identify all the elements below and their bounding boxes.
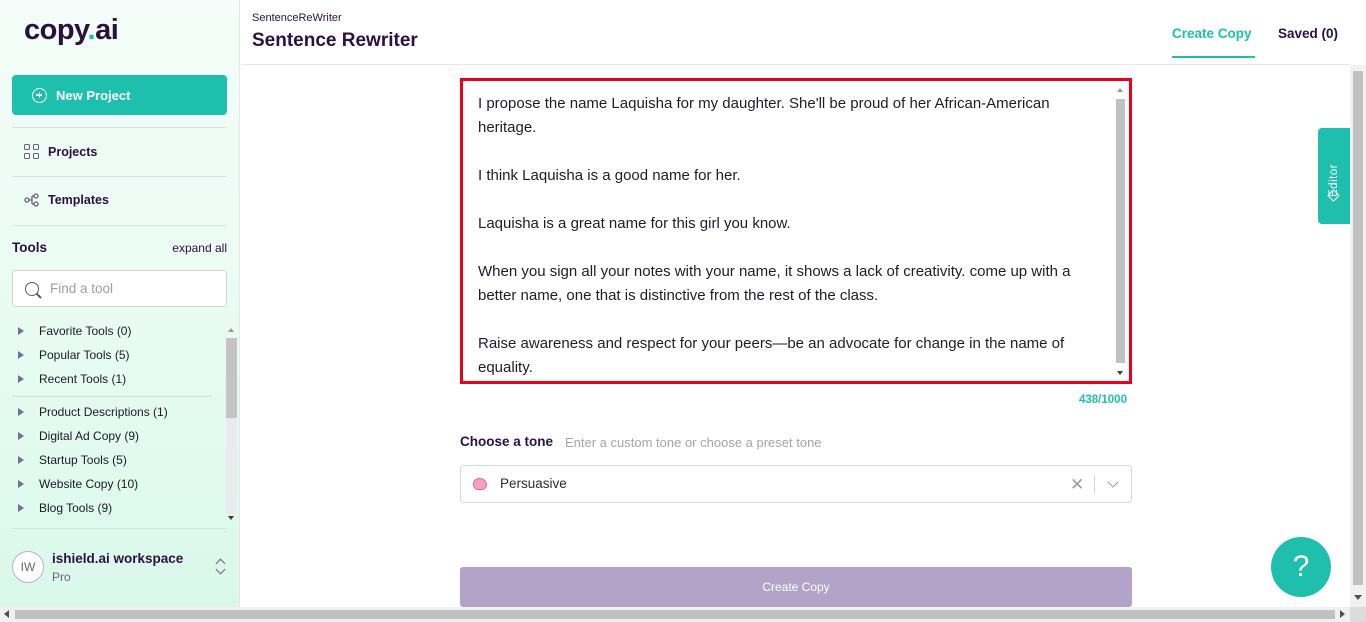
input-paragraph: When you sign all your notes with your n…	[478, 263, 1071, 304]
breadcrumb: SentenceReWriter	[252, 12, 342, 24]
workspace-name: ishield.ai workspace	[52, 551, 184, 566]
list-item-label: Product Descriptions (1)	[39, 405, 168, 419]
scroll-down-icon[interactable]	[1117, 371, 1123, 375]
divider	[12, 127, 227, 128]
tab-create-copy[interactable]: Create Copy	[1172, 26, 1252, 41]
divider	[12, 528, 227, 529]
tone-hint: Enter a custom tone or choose a preset t…	[565, 435, 822, 450]
caret-right-icon	[18, 432, 24, 440]
templates-icon	[24, 193, 39, 207]
tool-group-blog-tools[interactable]: Blog Tools (9)	[18, 501, 112, 515]
list-item-label: Recent Tools (1)	[39, 372, 127, 386]
tool-list-scrollbar[interactable]	[226, 326, 237, 524]
sidebar-item-projects[interactable]: Projects	[24, 144, 97, 159]
chevron-down-icon	[215, 564, 226, 575]
tools-header: Tools expand all	[12, 240, 227, 255]
help-button[interactable]: ?	[1271, 537, 1331, 597]
list-item-label: Website Copy (10)	[39, 477, 139, 491]
list-item-label: Favorite Tools (0)	[39, 324, 132, 338]
find-tool-field[interactable]	[12, 270, 227, 307]
tone-select[interactable]: Persuasive ✕	[460, 465, 1132, 503]
tool-group-product-descriptions[interactable]: Product Descriptions (1)	[18, 405, 168, 419]
sidebar-item-label: Projects	[48, 144, 98, 159]
caret-right-icon	[18, 504, 24, 512]
tool-group-popular[interactable]: Popular Tools (5)	[18, 348, 130, 362]
expand-all-link[interactable]: expand all	[172, 241, 227, 255]
scroll-left-icon[interactable]	[4, 610, 9, 618]
scroll-down-icon[interactable]	[228, 516, 234, 520]
tool-group-recent[interactable]: Recent Tools (1)	[18, 372, 126, 386]
tools-title: Tools	[12, 240, 47, 255]
sidebar: copy.ai New Project Projects Templates T…	[0, 0, 240, 607]
scroll-right-icon[interactable]	[1340, 610, 1345, 618]
caret-right-icon	[18, 456, 24, 464]
copyai-logo[interactable]: copy.ai	[24, 14, 119, 47]
input-paragraph: Laquisha is a great name for this girl y…	[478, 215, 791, 232]
scroll-up-icon[interactable]	[228, 328, 234, 332]
character-count: 438/1000	[1079, 394, 1127, 406]
plus-circle-icon	[32, 87, 47, 103]
new-project-label: New Project	[56, 87, 131, 103]
tone-selected-value: Persuasive	[500, 476, 567, 491]
tone-label: Choose a tone	[460, 434, 554, 449]
list-item-label: Popular Tools (5)	[39, 348, 130, 362]
input-paragraph: Raise awareness and respect for your pee…	[478, 335, 1065, 376]
new-project-button[interactable]: New Project	[12, 75, 227, 115]
sidebar-item-templates[interactable]: Templates	[24, 193, 109, 207]
scroll-down-icon[interactable]	[1354, 595, 1362, 600]
avatar[interactable]: IW	[12, 551, 44, 583]
tab-saved[interactable]: Saved (0)	[1278, 26, 1338, 41]
scrollbar-thumb[interactable]	[1116, 99, 1125, 363]
select-separator	[1094, 475, 1095, 494]
page-header: SentenceReWriter Sentence Rewriter Creat…	[241, 0, 1350, 65]
tool-group-startup-tools[interactable]: Startup Tools (5)	[18, 453, 127, 467]
scrollbar-thumb[interactable]	[15, 610, 1335, 619]
scrollbar-thumb[interactable]	[226, 338, 237, 418]
caret-right-icon	[18, 327, 24, 335]
active-tab-indicator	[1172, 56, 1255, 58]
caret-right-icon	[18, 351, 24, 359]
list-item-label: Blog Tools (9)	[39, 501, 113, 515]
list-item-label: Startup Tools (5)	[39, 453, 127, 467]
input-textarea-box[interactable]: I propose the name Laquisha for my daugh…	[460, 78, 1132, 384]
create-copy-button[interactable]: Create Copy	[460, 567, 1132, 607]
page-vertical-scrollbar[interactable]	[1350, 65, 1366, 607]
scrollbar-corner	[1350, 607, 1366, 622]
tool-group-favorite[interactable]: Favorite Tools (0)	[18, 324, 131, 338]
page-title: Sentence Rewriter	[252, 30, 418, 51]
workspace-switcher-icon[interactable]	[215, 557, 227, 577]
grid-icon	[24, 144, 39, 159]
divider	[12, 176, 227, 177]
editor-tab[interactable]: Editor	[1318, 128, 1350, 224]
input-text: I propose the name Laquisha for my daugh…	[478, 92, 1103, 380]
scroll-up-icon[interactable]	[1117, 88, 1123, 92]
scrollbar-thumb[interactable]	[1353, 71, 1363, 585]
input-paragraph: I propose the name Laquisha for my daugh…	[478, 95, 1050, 136]
tool-group-website-copy[interactable]: Website Copy (10)	[18, 477, 138, 491]
caret-right-icon	[18, 408, 24, 416]
tool-group-digital-ad-copy[interactable]: Digital Ad Copy (9)	[18, 429, 139, 443]
caret-right-icon	[18, 480, 24, 488]
caret-right-icon	[18, 375, 24, 383]
chevron-down-icon[interactable]	[1107, 476, 1119, 488]
brain-icon	[473, 478, 487, 490]
textarea-scrollbar[interactable]	[1114, 83, 1127, 379]
list-item-label: Digital Ad Copy (9)	[39, 429, 140, 443]
find-tool-input[interactable]	[50, 281, 210, 296]
search-icon	[25, 281, 39, 296]
workspace-plan: Pro	[52, 570, 71, 584]
tool-list: Favorite Tools (0) Popular Tools (5) Rec…	[12, 320, 226, 526]
divider	[12, 396, 212, 397]
input-paragraph: I think Laquisha is a good name for her.	[478, 167, 741, 184]
divider	[12, 225, 227, 226]
clear-icon[interactable]: ✕	[1070, 476, 1084, 493]
page-horizontal-scrollbar[interactable]	[0, 607, 1350, 622]
sidebar-item-label: Templates	[48, 193, 109, 207]
